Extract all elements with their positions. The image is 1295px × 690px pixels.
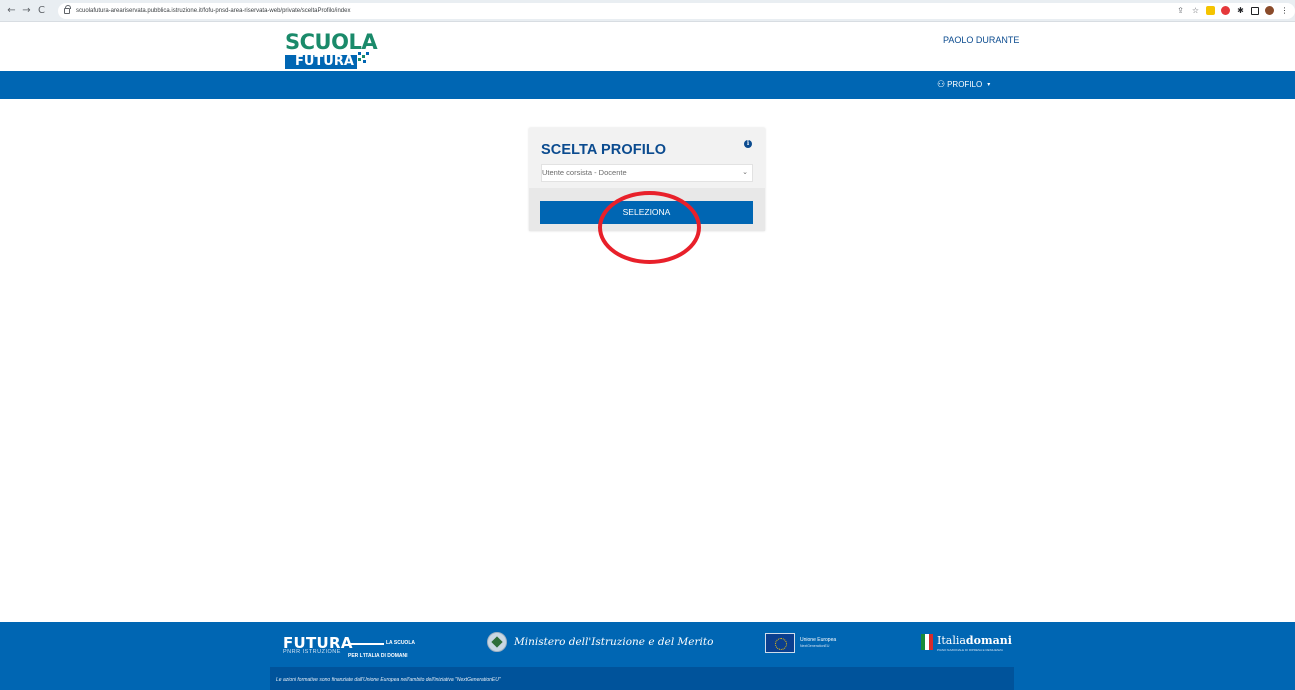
info-icon[interactable]: i: [744, 140, 752, 148]
italia-flag-icon: [921, 634, 935, 652]
seleziona-button[interactable]: SELEZIONA: [540, 201, 753, 224]
footer-scuola-line1: LA SCUOLA: [386, 639, 415, 646]
lock-icon: [64, 5, 71, 14]
footer-scuola-line2: PER L'ITALIA DI DOMANI: [348, 653, 408, 659]
footer-ministero-text: Ministero dell'Istruzione e del Merito: [514, 636, 714, 648]
extension-icons: ⇪ ☆ ✱ ⋮: [1176, 6, 1289, 15]
footer-pnrr-subtext: PIANO NAZIONALE DI RIPRESA E RESILIENZA: [937, 648, 1004, 652]
reload-icon[interactable]: C: [35, 5, 48, 16]
scuola-futura-logo[interactable]: SCUOLA FUTURA: [285, 32, 383, 72]
main-navbar: [0, 71, 1295, 99]
logo-scuola-text: SCUOLA: [285, 30, 378, 54]
footer-eu-text: Unione Europea: [800, 637, 837, 643]
chevron-down-icon: ⌄: [742, 169, 748, 176]
footer-scuola-domani-logo: LA SCUOLA PER L'ITALIA DI DOMANI: [348, 634, 432, 659]
browser-toolbar: ← → C scuolafutura-areariservata.pubblic…: [0, 0, 1295, 22]
caret-down-icon: ▾: [987, 82, 991, 88]
profile-avatar-icon[interactable]: [1265, 6, 1274, 15]
star-icon[interactable]: ☆: [1191, 6, 1200, 15]
repubblica-emblem-icon: [487, 632, 507, 652]
puzzle-icon[interactable]: ✱: [1236, 6, 1245, 15]
domani-text: domani: [965, 634, 1012, 647]
logo-futura-text: FUTURA: [285, 55, 357, 69]
sidebar-icon[interactable]: [1251, 6, 1259, 15]
user-icon: ⚇: [937, 79, 946, 89]
user-name: PAOLO DURANTE: [943, 35, 1020, 45]
menu-dots-icon[interactable]: ⋮: [1280, 6, 1289, 15]
back-arrow-icon[interactable]: ←: [5, 5, 18, 16]
profilo-label: PROFILO: [947, 80, 983, 89]
footer-eu-subtext: NextGenerationEU: [800, 644, 830, 648]
browser-nav: ← → C: [0, 5, 52, 16]
address-bar[interactable]: scuolafutura-areariservata.pubblica.istr…: [58, 3, 1295, 19]
eu-flag-icon: [765, 633, 795, 653]
footer-italiadomani-logo: Italiadomani: [937, 634, 1012, 647]
footer-funding-note: Le azioni formative sono finanziate dall…: [276, 677, 501, 683]
url-text: scuolafutura-areariservata.pubblica.istr…: [76, 8, 351, 14]
profile-selection-card: SCELTA PROFILO i Utente corsista - Docen…: [529, 128, 765, 231]
italia-text: Italia: [937, 634, 966, 647]
extension-yellow-icon[interactable]: [1206, 6, 1215, 15]
share-icon[interactable]: ⇪: [1176, 6, 1185, 15]
footer-scuola-line: [348, 643, 384, 646]
profilo-dropdown[interactable]: ⚇ PROFILO ▾: [937, 79, 990, 90]
footer-pnrr-text: PNRR ISTRUZIONE: [283, 649, 341, 655]
forward-arrow-icon[interactable]: →: [20, 5, 33, 16]
profile-select-value: Utente corsista - Docente: [542, 168, 627, 177]
profile-select[interactable]: Utente corsista - Docente ⌄: [541, 164, 753, 182]
extension-red-icon[interactable]: [1221, 6, 1230, 15]
card-title: SCELTA PROFILO: [541, 142, 667, 158]
logo-dots-icon: [357, 52, 369, 63]
